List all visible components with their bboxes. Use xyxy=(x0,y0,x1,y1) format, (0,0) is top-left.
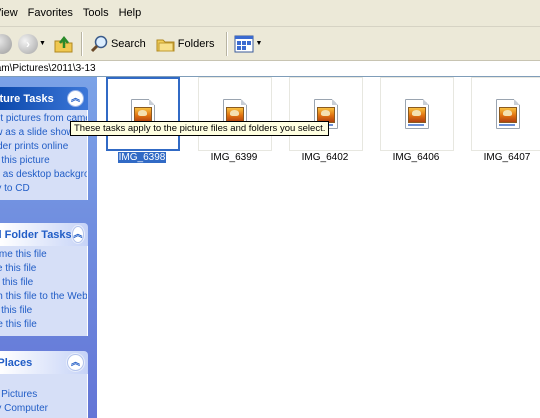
chevron-down-icon: ▼ xyxy=(39,40,46,47)
collapse-chevron-icon[interactable]: ︽ xyxy=(67,354,84,371)
image-file-icon xyxy=(405,99,429,129)
task-order-prints[interactable]: Order prints online xyxy=(0,140,87,154)
task-delete-file[interactable]: Delete this file xyxy=(0,318,87,332)
file-name[interactable]: IMG_6407 xyxy=(462,151,540,165)
picture-tasks-panel: Picture Tasks ︽ Get pictures from camera… xyxy=(0,87,88,200)
file-name[interactable]: IMG_6398 xyxy=(97,151,187,165)
task-copy-cd[interactable]: Copy to CD xyxy=(0,182,87,196)
up-folder-icon xyxy=(54,35,73,52)
back-arrow-icon xyxy=(0,33,12,54)
place-my-pictures[interactable]: My Pictures xyxy=(0,388,87,402)
folders-button[interactable]: Folders xyxy=(154,30,217,58)
file-thumbnail[interactable] xyxy=(471,77,540,151)
task-rename-file[interactable]: Rename this file xyxy=(0,248,87,262)
address-path: C:\Documents and Settings\Adam\Pictures\… xyxy=(0,63,96,74)
other-places-header[interactable]: Other Places ︽ xyxy=(0,351,88,374)
toolbar-separator xyxy=(80,31,83,56)
image-file-icon xyxy=(496,99,520,129)
tooltip: These tasks apply to the picture files a… xyxy=(70,121,330,136)
file-folder-tasks-panel: File and Folder Tasks ︽ Rename this file… xyxy=(0,223,88,336)
up-folder-button[interactable] xyxy=(51,30,77,58)
menu-bar: View Favorites Tools Help xyxy=(0,0,540,27)
forward-arrow-icon: › xyxy=(18,33,38,54)
file-thumbnail[interactable] xyxy=(380,77,454,151)
search-button[interactable]: Search xyxy=(87,30,148,58)
task-move-file[interactable]: Move this file xyxy=(0,262,87,276)
task-email-file[interactable]: E-mail this file xyxy=(0,304,87,318)
menu-favorites[interactable]: Favorites xyxy=(23,0,78,26)
file-thumbnail[interactable] xyxy=(106,77,180,151)
menu-tools[interactable]: Tools xyxy=(78,0,114,26)
file-thumbnail[interactable] xyxy=(198,77,272,151)
menu-view[interactable]: View xyxy=(0,0,23,26)
task-publish-web[interactable]: Publish this file to the Web xyxy=(0,290,87,304)
address-bar[interactable]: C:\Documents and Settings\Adam\Pictures\… xyxy=(0,61,540,77)
menu-help[interactable]: Help xyxy=(114,0,147,26)
folders-icon xyxy=(156,39,175,51)
back-button[interactable] xyxy=(0,30,14,58)
task-set-background[interactable]: Set as desktop background xyxy=(0,168,87,182)
search-icon xyxy=(90,35,108,52)
file-folder-tasks-title: File and Folder Tasks xyxy=(0,228,72,241)
other-places-body: My Pictures My Computer xyxy=(0,374,88,418)
file-thumbnail[interactable] xyxy=(289,77,363,151)
picture-tasks-header[interactable]: Picture Tasks ︽ xyxy=(0,87,88,110)
task-copy-file[interactable]: Copy this file xyxy=(0,276,87,290)
task-print-picture[interactable]: Print this picture xyxy=(0,154,87,168)
toolbar: › ▼ Search Folders ▼ xyxy=(0,27,540,61)
file-name[interactable]: IMG_6402 xyxy=(280,151,370,165)
views-icon xyxy=(234,35,254,52)
forward-button[interactable]: › ▼ xyxy=(16,30,51,58)
file-name[interactable]: IMG_6399 xyxy=(189,151,279,165)
views-button[interactable]: ▼ xyxy=(232,30,267,58)
file-folder-tasks-body: Rename this file Move this file Copy thi… xyxy=(0,246,88,336)
folders-label: Folders xyxy=(177,37,215,50)
other-places-panel: Other Places ︽ My Pictures My Computer xyxy=(0,351,88,418)
chevron-down-icon: ▼ xyxy=(255,40,263,47)
other-places-title: Other Places xyxy=(0,356,33,369)
place-my-computer[interactable]: My Computer xyxy=(0,402,87,416)
search-label: Search xyxy=(110,37,146,50)
collapse-chevron-icon[interactable]: ︽ xyxy=(71,226,84,243)
toolbar-separator xyxy=(226,31,229,56)
collapse-chevron-icon[interactable]: ︽ xyxy=(67,90,84,107)
picture-tasks-title: Picture Tasks xyxy=(0,92,54,105)
file-folder-tasks-header[interactable]: File and Folder Tasks ︽ xyxy=(0,223,88,246)
file-name[interactable]: IMG_6406 xyxy=(371,151,461,165)
